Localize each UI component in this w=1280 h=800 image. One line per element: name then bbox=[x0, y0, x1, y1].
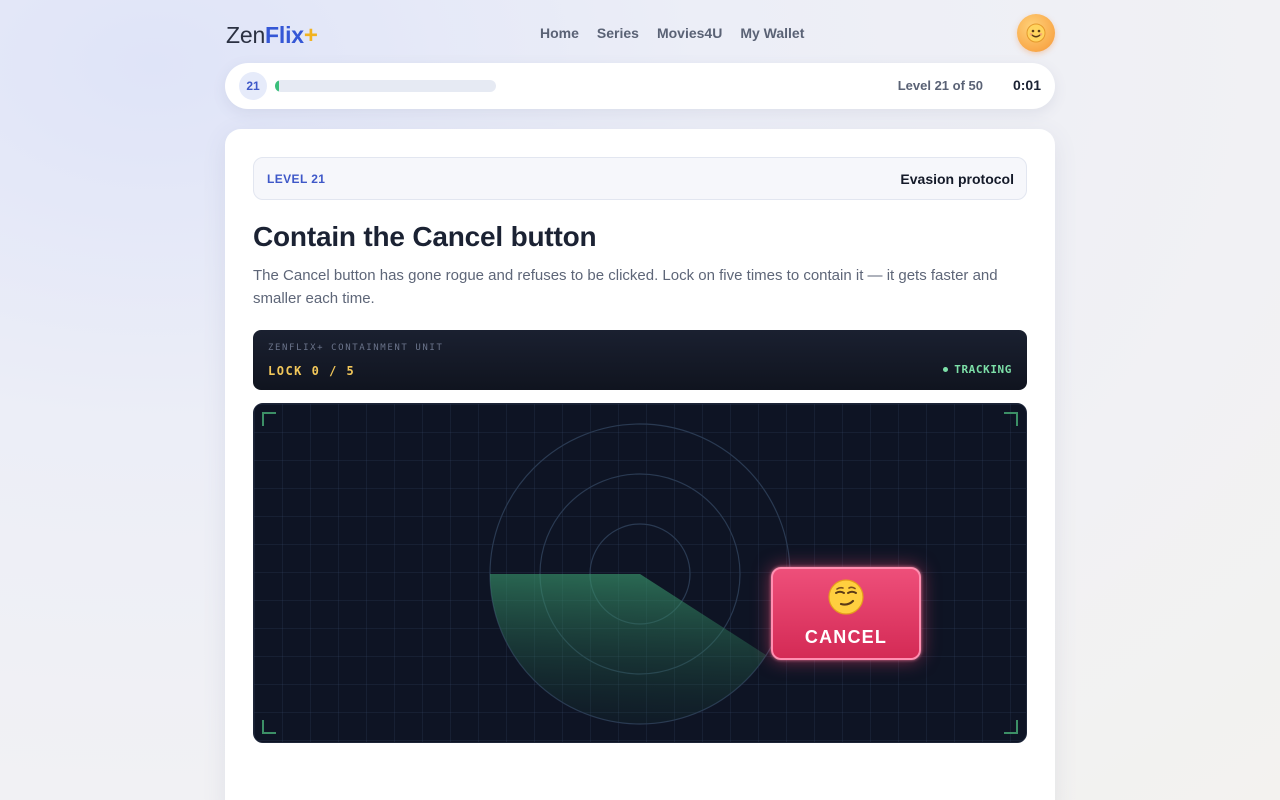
nav-home[interactable]: Home bbox=[540, 25, 579, 41]
main-nav: Home Series Movies4U My Wallet bbox=[540, 25, 822, 41]
level-name: Evasion protocol bbox=[900, 171, 1014, 187]
nav-movies4u[interactable]: Movies4U bbox=[657, 25, 722, 41]
challenge-title: Contain the Cancel button bbox=[253, 221, 597, 252]
containment-unit-bar: ZENFLIX+ CONTAINMENT UNIT LOCK 0 / 5 TRA… bbox=[253, 330, 1027, 390]
level-count-text: Level 21 of 50 bbox=[897, 78, 983, 93]
level-strip: LEVEL 21 Evasion protocol bbox=[253, 157, 1027, 200]
level-tag: LEVEL 21 bbox=[267, 172, 326, 186]
rogue-cancel-button[interactable]: CANCEL bbox=[771, 567, 921, 660]
corner-bracket-bottom-left bbox=[262, 720, 276, 734]
status-dot-icon bbox=[943, 367, 949, 372]
radar-arena[interactable]: CANCEL bbox=[253, 403, 1027, 743]
corner-bracket-top-left bbox=[262, 412, 276, 426]
level-progress-bar: 21 Level 21 of 50 0:01 bbox=[225, 63, 1055, 109]
zenflix-logo[interactable]: ZenFlix+ bbox=[226, 22, 318, 50]
nav-series[interactable]: Series bbox=[597, 25, 639, 41]
top-header: ZenFlix+ Home Series Movies4U My Wallet bbox=[226, 14, 1055, 54]
user-avatar[interactable] bbox=[1017, 14, 1055, 52]
containment-unit-label: ZENFLIX+ CONTAINMENT UNIT bbox=[268, 343, 444, 353]
corner-bracket-bottom-right bbox=[1004, 720, 1018, 734]
nav-my-wallet[interactable]: My Wallet bbox=[740, 25, 804, 41]
radar-sweep bbox=[490, 574, 766, 724]
tracking-label: TRACKING bbox=[954, 363, 1012, 376]
timer: 0:01 bbox=[1012, 77, 1041, 93]
challenge-description: The Cancel button has gone rogue and ref… bbox=[253, 267, 998, 307]
challenge-card: LEVEL 21 Evasion protocol Contain the Ca… bbox=[225, 129, 1055, 800]
progress-fill bbox=[275, 80, 280, 92]
smiling-face-avatar-icon bbox=[1026, 23, 1046, 43]
lock-counter: LOCK 0 / 5 bbox=[268, 364, 356, 378]
cancel-button-label: CANCEL bbox=[804, 627, 888, 647]
level-badge: 21 bbox=[239, 72, 267, 100]
progress-track bbox=[275, 80, 496, 92]
tracking-status: TRACKING bbox=[943, 363, 1012, 376]
corner-bracket-top-right bbox=[1004, 412, 1018, 426]
smirking-face-icon bbox=[828, 579, 864, 615]
